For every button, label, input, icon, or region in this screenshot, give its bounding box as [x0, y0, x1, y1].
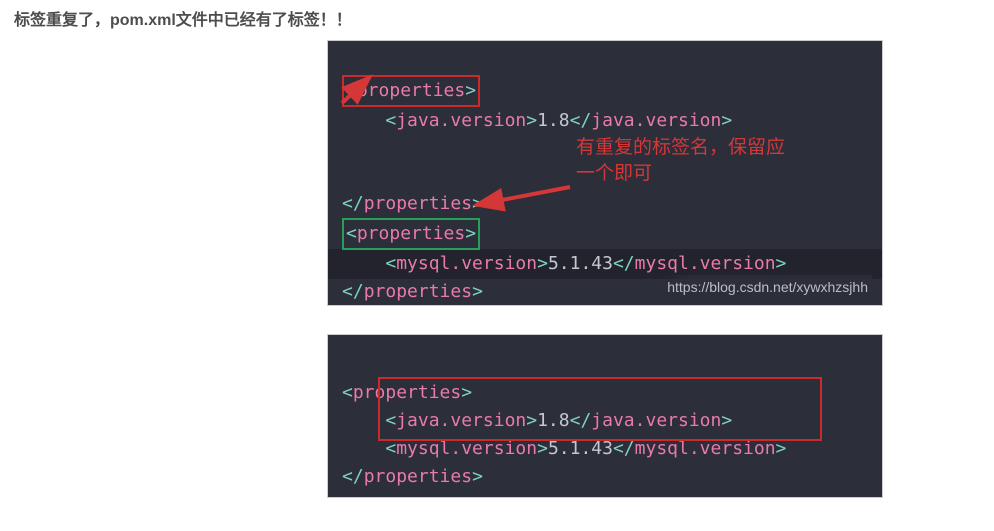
watermark-text: https://blog.csdn.net/xywxhzsjhh — [663, 275, 872, 299]
page-heading: 标签重复了，pom.xml文件中已经有了标签！！ — [0, 0, 994, 40]
code-block-1: <properties> <java.version>1.8</java.ver… — [327, 40, 883, 306]
code-block-2: <properties> <java.version>1.8</java.ver… — [327, 334, 883, 498]
annotation-text: 有重复的标签名，保留应 一个即可 — [576, 135, 785, 186]
highlight-box — [378, 377, 822, 441]
arrow-icon — [334, 69, 380, 109]
arrow-icon — [466, 181, 576, 217]
